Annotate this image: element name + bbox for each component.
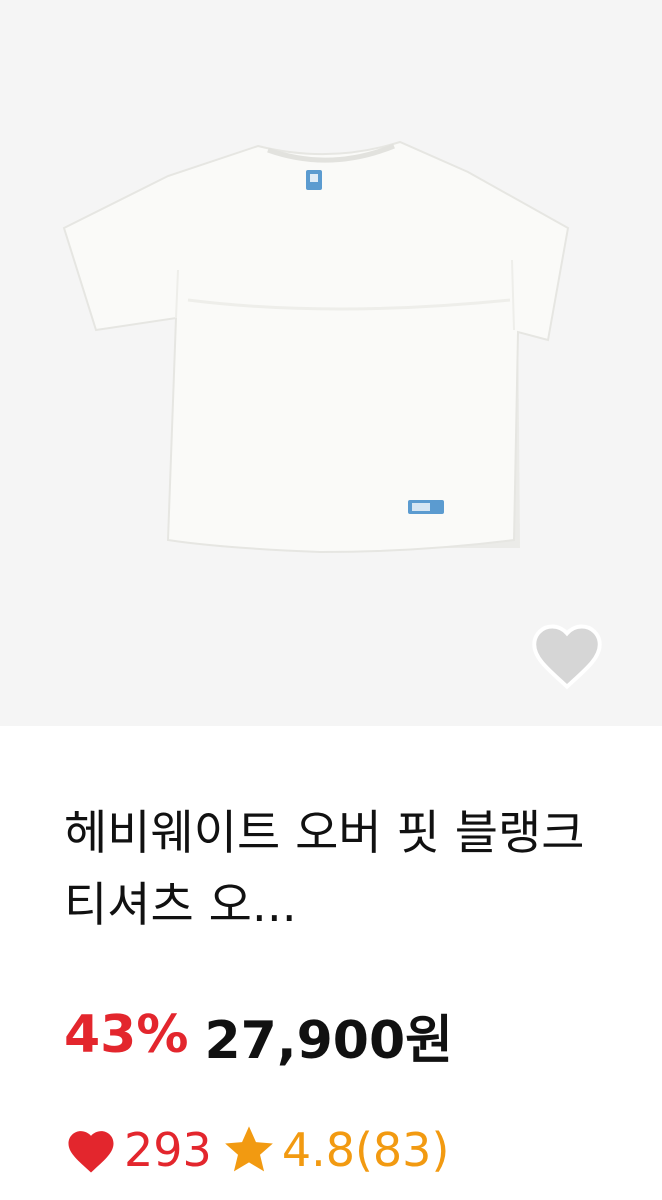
rating-text: 4.8(83) (281, 1123, 450, 1177)
star-icon (222, 1124, 276, 1176)
heart-outline-icon (532, 624, 602, 690)
price-row: 43% 27,900원 (64, 1000, 453, 1071)
product-image-area[interactable] (0, 0, 662, 726)
heart-icon (64, 1125, 118, 1175)
discount-rate: 43% (64, 1005, 189, 1065)
like-count: 293 (124, 1123, 212, 1177)
product-title[interactable]: 헤비웨이트 오버 핏 블랭크 티셔츠 오... (64, 798, 604, 942)
stats-row: 293 4.8(83) (64, 1118, 449, 1182)
wishlist-button[interactable] (526, 618, 608, 690)
sale-price: 27,900원 (204, 1010, 453, 1071)
